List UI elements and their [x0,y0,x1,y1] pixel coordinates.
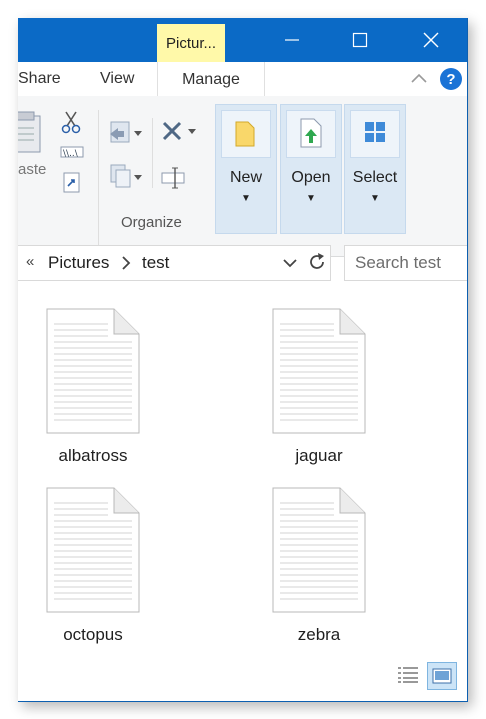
file-name: zebra [297,625,341,644]
new-label: New [229,169,262,186]
overflow-chevron-icon[interactable]: « [26,253,34,270]
text-document-icon [46,308,140,434]
select-grid-icon [365,122,385,142]
open-label: Open [291,169,331,186]
organize-group-label: Organize [121,214,182,231]
tab-manage-label: Manage [182,70,240,88]
new-folder-icon-frame [221,110,271,158]
large-icons-view-button[interactable] [427,662,457,690]
file-item[interactable]: albatross [18,280,168,465]
rename-icon[interactable] [160,164,188,192]
tab-share-label: Share [18,70,61,87]
file-item[interactable]: jaguar [244,280,394,465]
delete-icon[interactable] [160,118,200,144]
file-name: octopus [63,625,123,644]
help-button[interactable]: ? [440,68,462,90]
breadcrumb-test[interactable]: test [142,253,169,273]
breadcrumb-separator-icon[interactable] [120,252,132,274]
text-document-icon [272,487,366,613]
tab-manage[interactable]: Manage [157,62,265,97]
text-document-icon [272,308,366,434]
select-button[interactable]: Select ▼ [344,104,406,234]
select-label: Select [352,169,398,186]
open-button[interactable]: Open ▼ [280,104,342,234]
help-icon: ? [446,70,456,88]
cut-icon[interactable] [60,110,82,134]
address-history-dropdown-icon[interactable] [280,252,300,274]
file-item[interactable]: octopus [18,459,168,644]
svg-text:\\..\: \\..\ [63,149,79,159]
file-item[interactable]: zebra [244,459,394,644]
address-bar[interactable]: « Pictures test [18,245,331,281]
minimize-icon [285,39,299,41]
open-icon-frame [286,110,336,158]
ribbon-tab-row: Share View Manage ? [18,62,467,97]
copy-path-icon[interactable]: \\..\ [60,145,84,159]
context-tab-label: Pictur... [165,34,217,52]
tab-view-label: View [100,70,135,87]
close-icon [423,32,439,48]
copy-to-icon[interactable] [108,162,144,192]
open-icon [300,118,322,148]
new-dropdown-arrow-icon: ▼ [241,193,251,204]
breadcrumb-pictures[interactable]: Pictures [48,253,109,273]
close-button[interactable] [407,18,455,62]
title-bar: Pictur... [18,18,467,62]
paste-shortcut-icon[interactable] [62,170,82,194]
file-explorer-window: Pictur... Share View Manage ? aste \\..\ [18,18,468,702]
file-list: albatross jaguar octopus zebra [18,280,467,660]
minimize-button[interactable] [268,18,316,62]
search-placeholder: Search test [355,253,441,272]
collapse-ribbon-icon[interactable] [410,70,428,88]
paste-label: aste [18,161,47,178]
tab-view[interactable]: View [100,62,134,96]
open-dropdown-arrow-icon: ▼ [306,193,316,204]
clipboard-paste-icon[interactable] [18,110,44,154]
ribbon-separator [152,118,153,188]
ribbon-separator [98,110,99,248]
details-view-icon [398,667,418,683]
details-view-button[interactable] [394,662,422,688]
new-button[interactable]: New ▼ [215,104,277,234]
select-dropdown-arrow-icon: ▼ [370,193,380,204]
maximize-button[interactable] [336,18,384,62]
tab-share[interactable]: Share [18,62,61,96]
picture-tools-context-tab[interactable]: Pictur... [157,24,225,62]
refresh-icon[interactable] [306,251,328,273]
select-icon-frame [350,110,400,158]
new-folder-icon [235,121,255,147]
move-to-icon[interactable] [108,118,144,148]
large-icons-view-icon [432,668,452,684]
text-document-icon [46,487,140,613]
maximize-icon [352,32,368,48]
search-box[interactable]: Search test [344,245,467,281]
